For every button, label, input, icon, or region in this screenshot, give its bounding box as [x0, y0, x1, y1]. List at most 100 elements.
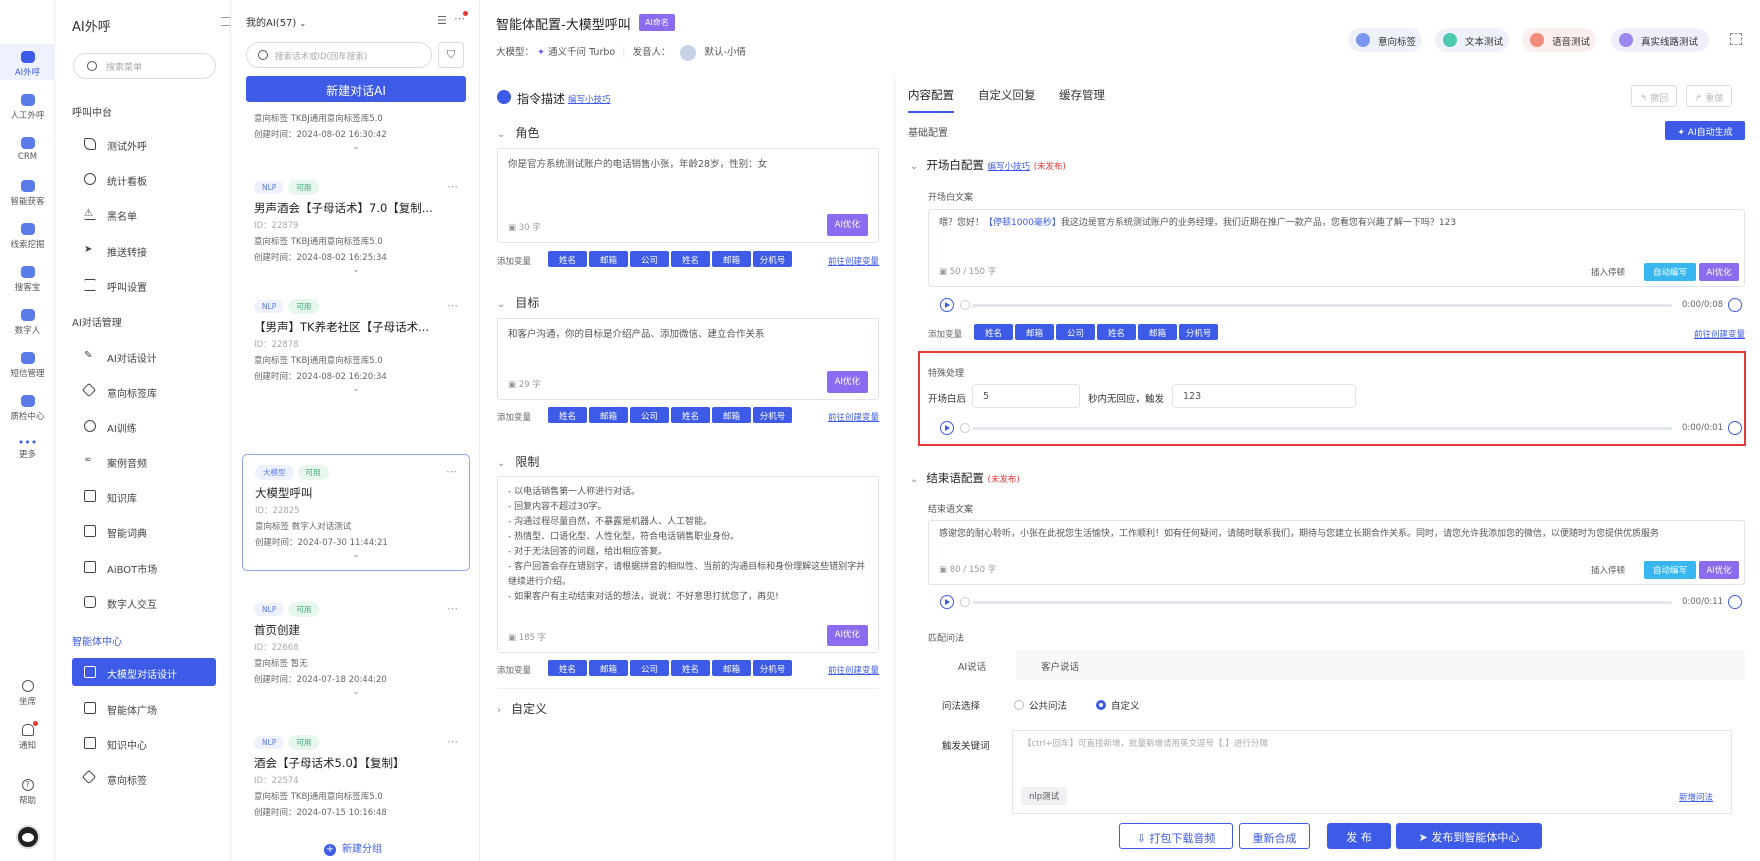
limit-textarea[interactable]: - 以电话销售第一人称进行对话。 - 回复内容不超过30字。 - 沟通过程尽量自…: [497, 476, 879, 653]
audio-scrubber[interactable]: [960, 423, 970, 433]
tab-customer-speak[interactable]: 客户说话: [1016, 650, 1104, 680]
menu-item-knowledge[interactable]: 知识库: [72, 482, 216, 510]
rail-help[interactable]: ? 帮助: [0, 779, 55, 806]
chevron-down-icon[interactable]: ⌄: [254, 384, 458, 394]
create-var-link[interactable]: 前往创建变量: [828, 664, 879, 676]
var-chip[interactable]: 姓名: [671, 251, 710, 267]
resynthesize-button[interactable]: 重新合成: [1239, 823, 1310, 849]
var-chip[interactable]: 公司: [630, 660, 669, 676]
public-question-radio[interactable]: 公共问法: [1014, 698, 1067, 712]
menu-item-dictionary[interactable]: 智能词典: [72, 517, 216, 545]
audio-progress-bar[interactable]: [972, 601, 1672, 604]
chevron-down-icon[interactable]: ⌄: [254, 265, 458, 275]
custom-question-radio[interactable]: 自定义: [1096, 698, 1140, 712]
add-group-button[interactable]: + 新建分组: [324, 840, 382, 856]
download-icon[interactable]: [1728, 421, 1742, 435]
menu-item-ai-train[interactable]: AI训练: [72, 412, 216, 440]
card-more-icon[interactable]: ⋯: [447, 602, 458, 615]
menu-item-agent-square[interactable]: 智能体广场: [72, 694, 216, 722]
filter-button[interactable]: ⛉: [438, 42, 464, 68]
var-chip[interactable]: 姓名: [974, 324, 1013, 340]
rail-ai-outbound[interactable]: AI外呼: [0, 44, 55, 80]
create-var-link[interactable]: 前往创建变量: [828, 411, 879, 423]
rail-digital-human[interactable]: 数字人: [0, 309, 55, 336]
download-icon[interactable]: [1728, 595, 1742, 609]
trigger-input[interactable]: 123: [1172, 384, 1356, 408]
rail-notify[interactable]: 通知: [0, 721, 55, 751]
var-chip[interactable]: 姓名: [1097, 324, 1136, 340]
goal-textarea[interactable]: 和客户沟通，你的目标是介绍产品、添加微信、建立合作关系 ▣ 29 字 AI优化: [497, 318, 879, 400]
menu-item-knowledge-center[interactable]: 知识中心: [72, 729, 216, 757]
seconds-input[interactable]: 5: [972, 384, 1080, 408]
play-icon[interactable]: [940, 298, 954, 312]
var-chip[interactable]: 公司: [630, 251, 669, 267]
create-var-link[interactable]: 前往创建变量: [1694, 328, 1745, 340]
section-goal-header[interactable]: ⌄ 目标: [497, 294, 539, 311]
var-chip[interactable]: 姓名: [671, 407, 710, 423]
more-icon[interactable]: ⋯: [454, 11, 468, 25]
menu-item-transfer[interactable]: ➤ 推送转接: [72, 236, 216, 264]
redo-button[interactable]: ↱ 重做: [1686, 85, 1732, 107]
menu-item-aibot-market[interactable]: AiBOT市场: [72, 553, 216, 581]
var-chip[interactable]: 姓名: [671, 660, 710, 676]
publish-button[interactable]: 发 布: [1327, 823, 1391, 849]
ai-card[interactable]: NLP 可用 ⋯ 【男声】TK养老社区【子母话术... ID：22878 意向标签…: [242, 289, 470, 404]
chevron-down-icon[interactable]: ⌄: [254, 142, 458, 152]
rail-seat[interactable]: 坐席: [0, 680, 55, 707]
section-custom-header[interactable]: › 自定义: [497, 700, 547, 717]
var-chip[interactable]: 公司: [630, 407, 669, 423]
card-more-icon[interactable]: ⋯: [447, 180, 458, 193]
new-dialog-ai-button[interactable]: 新建对话AI: [246, 76, 466, 102]
ending-textarea[interactable]: 感谢您的耐心聆听，小张在此祝您生活愉快，工作顺利！如有任何疑问，请随时联系我们，…: [928, 520, 1745, 585]
ending-config-header[interactable]: ⌄ 结束语配置 (未发布): [910, 470, 1020, 486]
audio-progress-bar[interactable]: [972, 427, 1672, 430]
add-question-link[interactable]: 新增问法: [1679, 791, 1713, 803]
audio-scrubber[interactable]: [960, 597, 970, 607]
create-var-link[interactable]: 前往创建变量: [828, 255, 879, 267]
menu-item-llm-dialog-design[interactable]: 大模型对话设计: [72, 658, 216, 686]
insert-pause-button[interactable]: 插入停顿: [1582, 561, 1634, 579]
audio-scrubber[interactable]: [960, 300, 970, 310]
insert-pause-button[interactable]: 插入停顿: [1582, 263, 1634, 281]
rail-sms[interactable]: 短信管理: [0, 352, 55, 379]
section-limit-title[interactable]: ⌄ 限制: [497, 453, 539, 470]
ai-card[interactable]: NLP 可用 ⋯ 男声酒会【子母话术】7.0【复制... ID：22879 意向标…: [242, 170, 470, 285]
ai-card[interactable]: NLP 可用 ⋯ 酒会【子母话术5.0】【复制】 ID：22574 意向标签 TK…: [242, 725, 470, 828]
tab-ai-speak[interactable]: AI说话: [928, 650, 1016, 680]
var-chip[interactable]: 分机号: [1179, 324, 1218, 340]
menu-item-case-audio[interactable]: ∞ 案例音频: [72, 447, 216, 475]
user-avatar[interactable]: [16, 825, 40, 849]
ai-card-partial[interactable]: 意向标签 TKBJ通用意向标签库5.0 创建时间：2024-08-02 16:3…: [242, 104, 470, 162]
tab-custom-reply[interactable]: 自定义回复: [978, 87, 1036, 103]
keyword-tag[interactable]: nlp测试: [1021, 787, 1068, 805]
menu-search-input[interactable]: 搜索菜单: [73, 53, 216, 79]
play-icon[interactable]: [940, 421, 954, 435]
menu-item-test-call[interactable]: 测试外呼: [72, 130, 216, 158]
ai-optimize-button[interactable]: AI优化: [826, 371, 868, 393]
ai-optimize-button[interactable]: AI优化: [1699, 263, 1739, 281]
tips-link[interactable]: 编写小技巧: [988, 162, 1031, 172]
ai-optimize-button[interactable]: AI优化: [826, 214, 868, 236]
ai-optimize-button[interactable]: AI优化: [826, 625, 868, 646]
menu-item-intent-label[interactable]: 意向标签: [72, 764, 216, 792]
trigger-keyword-input[interactable]: 【ctrl+回车】可直接新增，批量新增请用英文逗号【,】进行分隔 nlp测试 新…: [1012, 730, 1732, 814]
var-chip[interactable]: 邮箱: [1015, 324, 1054, 340]
var-chip[interactable]: 姓名: [548, 407, 587, 423]
ai-card[interactable]: NLP 可用 ⋯ 首页创建 ID：22668 意向标签 暂无 创建时间：2024-…: [242, 592, 470, 707]
ai-card-selected[interactable]: 大模型 可用 ⋯ 大模型呼叫 ID：22825 意向标签 数字人对话测试 创建时间…: [242, 454, 470, 571]
var-chip[interactable]: 姓名: [548, 660, 587, 676]
download-icon[interactable]: [1728, 298, 1742, 312]
section-role-header[interactable]: ⌄ 角色: [497, 124, 539, 141]
var-chip[interactable]: 分机号: [753, 660, 792, 676]
ai-name-badge[interactable]: AI命名: [639, 14, 675, 31]
var-chip[interactable]: 邮箱: [712, 660, 751, 676]
rail-more[interactable]: ••• 更多: [0, 437, 55, 460]
rail-search-customer[interactable]: 搜客宝: [0, 266, 55, 293]
chevron-down-icon[interactable]: ⌄: [255, 550, 457, 560]
var-chip[interactable]: 邮箱: [1138, 324, 1177, 340]
ai-auto-generate-button[interactable]: ✦ AI自动生成: [1665, 121, 1745, 140]
undo-button[interactable]: ↰ 撤回: [1631, 85, 1677, 107]
card-more-icon[interactable]: ⋯: [447, 299, 458, 312]
ai-search-input[interactable]: 搜索话术或ID(回车搜索): [246, 42, 432, 68]
opening-config-header[interactable]: ⌄ 开场白配置 编写小技巧 (未发布): [910, 157, 1066, 173]
